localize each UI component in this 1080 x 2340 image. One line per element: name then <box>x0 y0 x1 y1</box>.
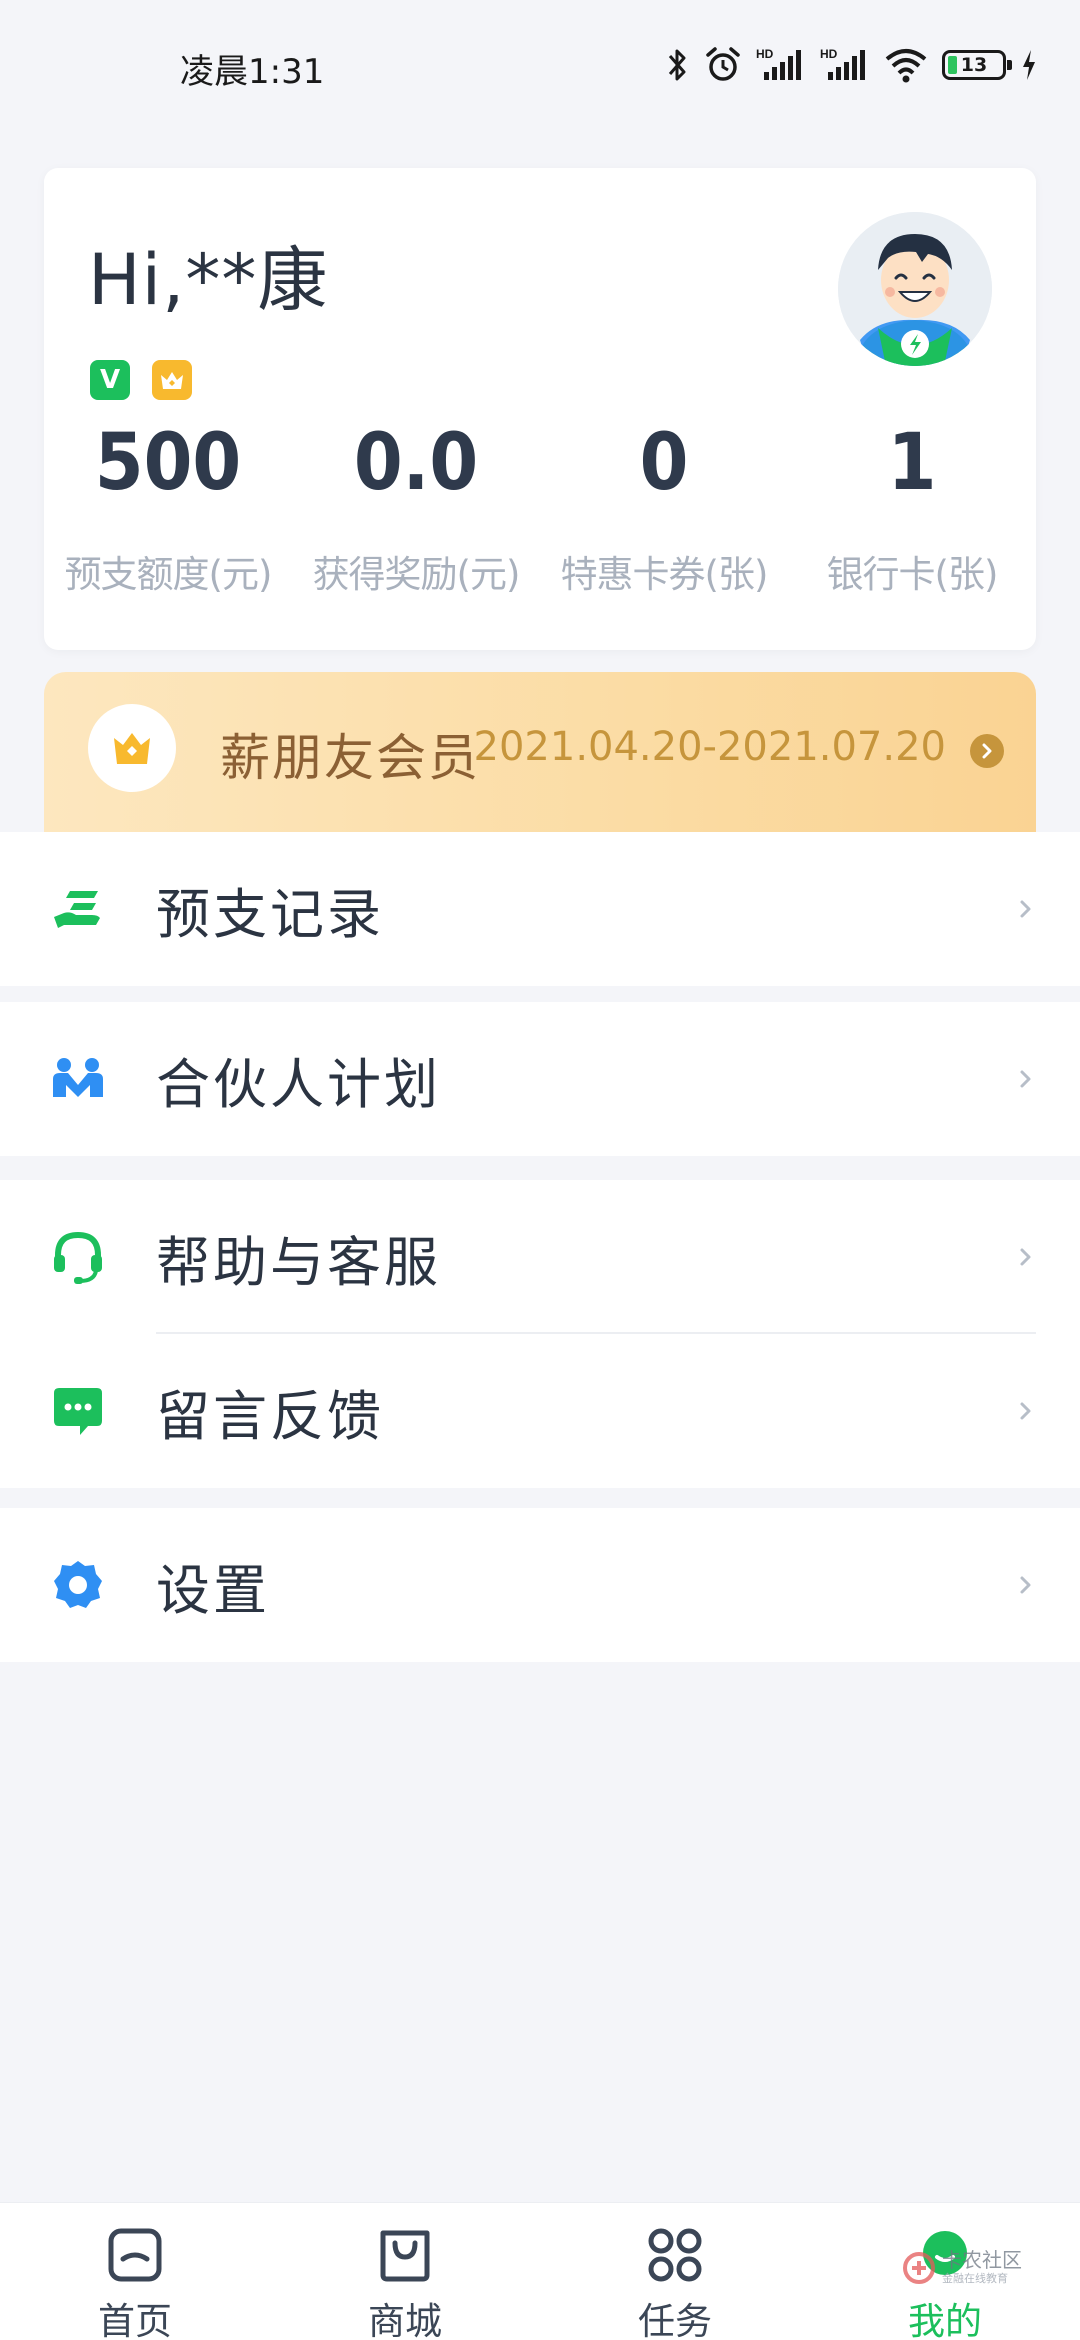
partners-icon <box>50 1051 106 1107</box>
charging-icon <box>1023 50 1035 80</box>
chevron-right-icon <box>1020 1576 1031 1594</box>
alarm-icon <box>706 47 740 81</box>
tab-label: 我的 <box>908 2300 982 2340</box>
status-bar: 凌晨1:31 HD HD 13 <box>0 0 1080 130</box>
stat-label: 特惠卡券(张) <box>560 553 769 596</box>
svg-text:HD: HD <box>820 47 838 61</box>
membership-banner[interactable]: 薪朋友会员 2021.04.20-2021.07.20 <box>44 672 1036 832</box>
shopping-bag-icon <box>380 2230 430 2282</box>
stat-value: 1 <box>887 418 937 508</box>
watermark: 卡农社区 金融在线教育 <box>902 2250 1022 2286</box>
menu-group-settings: 设置 <box>0 1508 1080 1662</box>
tab-home[interactable]: 首页 <box>0 2203 270 2340</box>
tab-tasks[interactable]: 任务 <box>540 2203 810 2340</box>
avatar-cartoon-icon <box>838 212 992 366</box>
membership-title: 薪朋友会员 <box>220 729 480 787</box>
home-icon <box>108 2228 162 2282</box>
chevron-right-icon <box>1020 1070 1031 1088</box>
status-time: 凌晨1:31 <box>180 52 325 92</box>
avatar[interactable] <box>838 212 992 366</box>
menu-group-partner: 合伙人计划 <box>0 1002 1080 1156</box>
membership-date-range: 2021.04.20-2021.07.20 <box>473 724 946 770</box>
membership-icon-badge <box>88 704 176 792</box>
watermark-subtext: 金融在线教育 <box>942 2272 1008 2285</box>
menu-label: 留言反馈 <box>156 1384 384 1448</box>
menu-group-support: 帮助与客服 留言反馈 <box>0 1180 1080 1488</box>
battery-icon: 13 <box>942 50 1012 80</box>
chevron-right-icon <box>1020 900 1031 918</box>
user-greeting: Hi,**康 <box>88 239 329 321</box>
stat-label: 预支额度(元) <box>64 553 273 596</box>
menu-item-settings[interactable]: 设置 <box>0 1508 1080 1662</box>
chevron-right-icon <box>1020 1248 1031 1266</box>
stat-label: 获得奖励(元) <box>312 553 521 596</box>
battery-level: 13 <box>960 54 988 76</box>
crown-icon <box>161 372 183 389</box>
grid-icon <box>648 2228 702 2282</box>
menu-item-partner-plan[interactable]: 合伙人计划 <box>0 1002 1080 1156</box>
user-badges: V <box>90 360 192 400</box>
message-bubble-icon <box>50 1383 106 1439</box>
menu-item-help-service[interactable]: 帮助与客服 <box>0 1180 1080 1334</box>
verified-v-badge[interactable]: V <box>90 360 130 400</box>
watermark-text: 卡农社区 <box>942 2248 1022 2272</box>
gear-icon <box>50 1557 106 1613</box>
profile-card: Hi,**康 V 500 预支额度(元) 0.0 获得奖励(元) 0 特惠卡券(… <box>44 168 1036 650</box>
stat-value: 0.0 <box>353 418 479 508</box>
svg-text:HD: HD <box>756 47 774 61</box>
tab-label: 商城 <box>368 2300 442 2340</box>
menu-label: 预支记录 <box>156 882 384 946</box>
stat-bank-cards[interactable]: 1 银行卡(张) <box>788 418 1036 598</box>
stats-row: 500 预支额度(元) 0.0 获得奖励(元) 0 特惠卡券(张) 1 银行卡(… <box>44 418 1036 598</box>
menu-group-records: 预支记录 <box>0 832 1080 986</box>
tab-label: 任务 <box>638 2300 712 2340</box>
menu-item-feedback[interactable]: 留言反馈 <box>0 1334 1080 1488</box>
chevron-right-icon <box>1020 1402 1031 1420</box>
tab-label: 首页 <box>98 2300 172 2340</box>
verified-v-text: V <box>99 365 121 395</box>
menu-label: 设置 <box>156 1558 270 1622</box>
stat-advance-quota[interactable]: 500 预支额度(元) <box>44 418 292 598</box>
crown-badge[interactable] <box>152 360 192 400</box>
watermark-text-block: 卡农社区 金融在线教育 <box>942 2250 1022 2286</box>
hd-signal-icon: HD <box>820 47 865 80</box>
wifi-icon <box>885 49 927 83</box>
chevron-right-icon <box>970 734 1004 768</box>
stat-label: 银行卡(张) <box>826 553 999 596</box>
crown-icon <box>114 733 150 764</box>
stat-value: 500 <box>94 418 242 508</box>
menu-item-advance-records[interactable]: 预支记录 <box>0 832 1080 986</box>
hd-signal-icon: HD <box>756 47 801 80</box>
menu-label: 合伙人计划 <box>156 1052 441 1116</box>
tab-mall[interactable]: 商城 <box>270 2203 540 2340</box>
hand-money-icon <box>50 881 106 937</box>
bluetooth-icon <box>668 49 686 81</box>
stat-value: 0 <box>639 418 689 508</box>
stat-rewards[interactable]: 0.0 获得奖励(元) <box>292 418 540 598</box>
menu-label: 帮助与客服 <box>156 1230 441 1294</box>
status-icons: HD HD 13 <box>666 40 1038 90</box>
headset-icon <box>50 1229 106 1285</box>
stat-coupons[interactable]: 0 特惠卡券(张) <box>540 418 788 598</box>
watermark-logo-icon <box>903 2252 935 2284</box>
